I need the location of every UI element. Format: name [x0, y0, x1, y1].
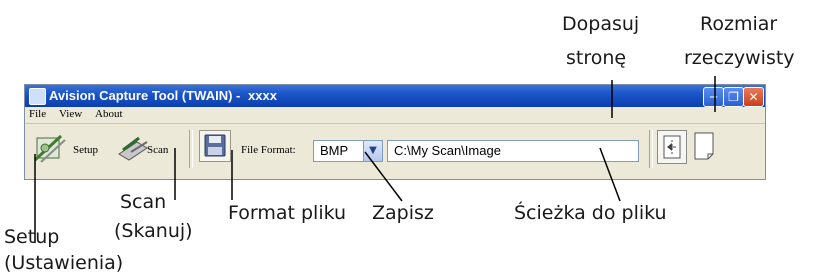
callout-save: Zapisz: [372, 202, 434, 224]
line-path: [599, 147, 621, 202]
callout-setup-line1: Setup: [4, 226, 60, 248]
callout-path: Ścieżka do pliku: [514, 202, 667, 224]
callout-scan-line2: (Skanuj): [114, 220, 193, 242]
line-save: [364, 151, 403, 202]
callout-setup-line2: (Ustawienia): [4, 252, 124, 274]
callout-format: Format pliku: [228, 202, 347, 224]
callout-scan-line1: Scan: [120, 191, 167, 213]
